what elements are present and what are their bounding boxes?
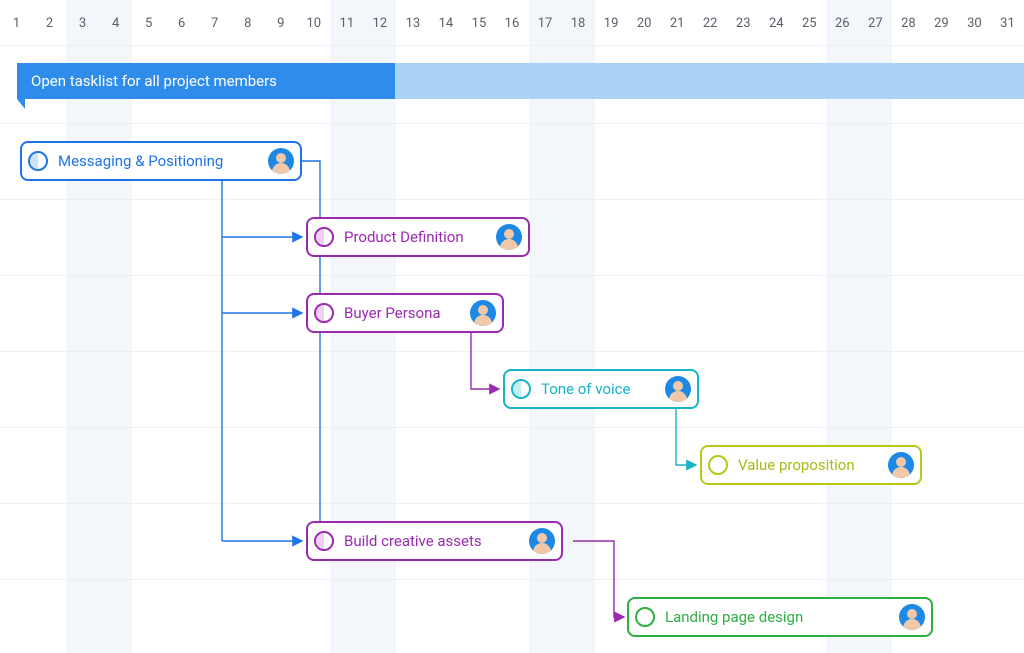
- day-column: 3: [66, 0, 99, 45]
- day-column: 11: [330, 0, 363, 45]
- task-buyer-persona[interactable]: Buyer Persona: [306, 293, 504, 333]
- day-column: 25: [793, 0, 826, 45]
- task-label: Landing page design: [665, 608, 899, 626]
- task-label: Product Definition: [344, 228, 496, 246]
- task-label: Value proposition: [738, 456, 888, 474]
- task-value-proposition[interactable]: Value proposition: [700, 445, 922, 485]
- day-column: 21: [661, 0, 694, 45]
- day-column: 17: [529, 0, 562, 45]
- day-column: 2: [33, 0, 66, 45]
- tasklist-header-tail: [395, 63, 1024, 99]
- tasklist-header[interactable]: Open tasklist for all project members: [17, 63, 395, 99]
- avatar: [888, 452, 914, 478]
- status-ring-icon: [708, 455, 728, 475]
- day-column: 1: [0, 0, 33, 45]
- day-column: 26: [826, 0, 859, 45]
- day-column: 18: [562, 0, 595, 45]
- day-column: 7: [198, 0, 231, 45]
- status-ring-icon: [314, 227, 334, 247]
- day-column: 4: [99, 0, 132, 45]
- avatar: [496, 224, 522, 250]
- status-ring-icon: [314, 531, 334, 551]
- tasklist-header-label: Open tasklist for all project members: [31, 72, 277, 90]
- avatar: [899, 604, 925, 630]
- day-column: 27: [859, 0, 892, 45]
- status-ring-icon: [635, 607, 655, 627]
- status-ring-icon: [511, 379, 531, 399]
- task-label: Tone of voice: [541, 380, 665, 398]
- day-column: 22: [694, 0, 727, 45]
- task-landing-page-design[interactable]: Landing page design: [627, 597, 933, 637]
- day-column: 16: [495, 0, 528, 45]
- day-column: 13: [396, 0, 429, 45]
- status-ring-icon: [28, 151, 48, 171]
- day-column: 24: [760, 0, 793, 45]
- day-column: 20: [628, 0, 661, 45]
- timeline-header: 1234567891011121314151617181920212223242…: [0, 0, 1024, 46]
- avatar: [268, 148, 294, 174]
- status-ring-icon: [314, 303, 334, 323]
- day-column: 15: [462, 0, 495, 45]
- day-column: 9: [264, 0, 297, 45]
- avatar: [665, 376, 691, 402]
- day-column: 10: [297, 0, 330, 45]
- task-messaging-positioning[interactable]: Messaging & Positioning: [20, 141, 302, 181]
- day-column: 8: [231, 0, 264, 45]
- day-column: 12: [363, 0, 396, 45]
- day-column: 30: [958, 0, 991, 45]
- tasklist-header-flag: [17, 99, 25, 109]
- day-column: 28: [892, 0, 925, 45]
- task-product-definition[interactable]: Product Definition: [306, 217, 530, 257]
- task-label: Buyer Persona: [344, 304, 470, 322]
- day-column: 23: [727, 0, 760, 45]
- task-tone-of-voice[interactable]: Tone of voice: [503, 369, 699, 409]
- avatar: [529, 528, 555, 554]
- task-label: Messaging & Positioning: [58, 152, 268, 170]
- day-column: 31: [991, 0, 1024, 45]
- gantt-canvas: 1234567891011121314151617181920212223242…: [0, 0, 1024, 653]
- day-column: 5: [132, 0, 165, 45]
- task-label: Build creative assets: [344, 532, 529, 550]
- day-column: 6: [165, 0, 198, 45]
- day-column: 29: [925, 0, 958, 45]
- day-column: 14: [429, 0, 462, 45]
- day-column: 19: [595, 0, 628, 45]
- avatar: [470, 300, 496, 326]
- task-build-creative-assets[interactable]: Build creative assets: [306, 521, 563, 561]
